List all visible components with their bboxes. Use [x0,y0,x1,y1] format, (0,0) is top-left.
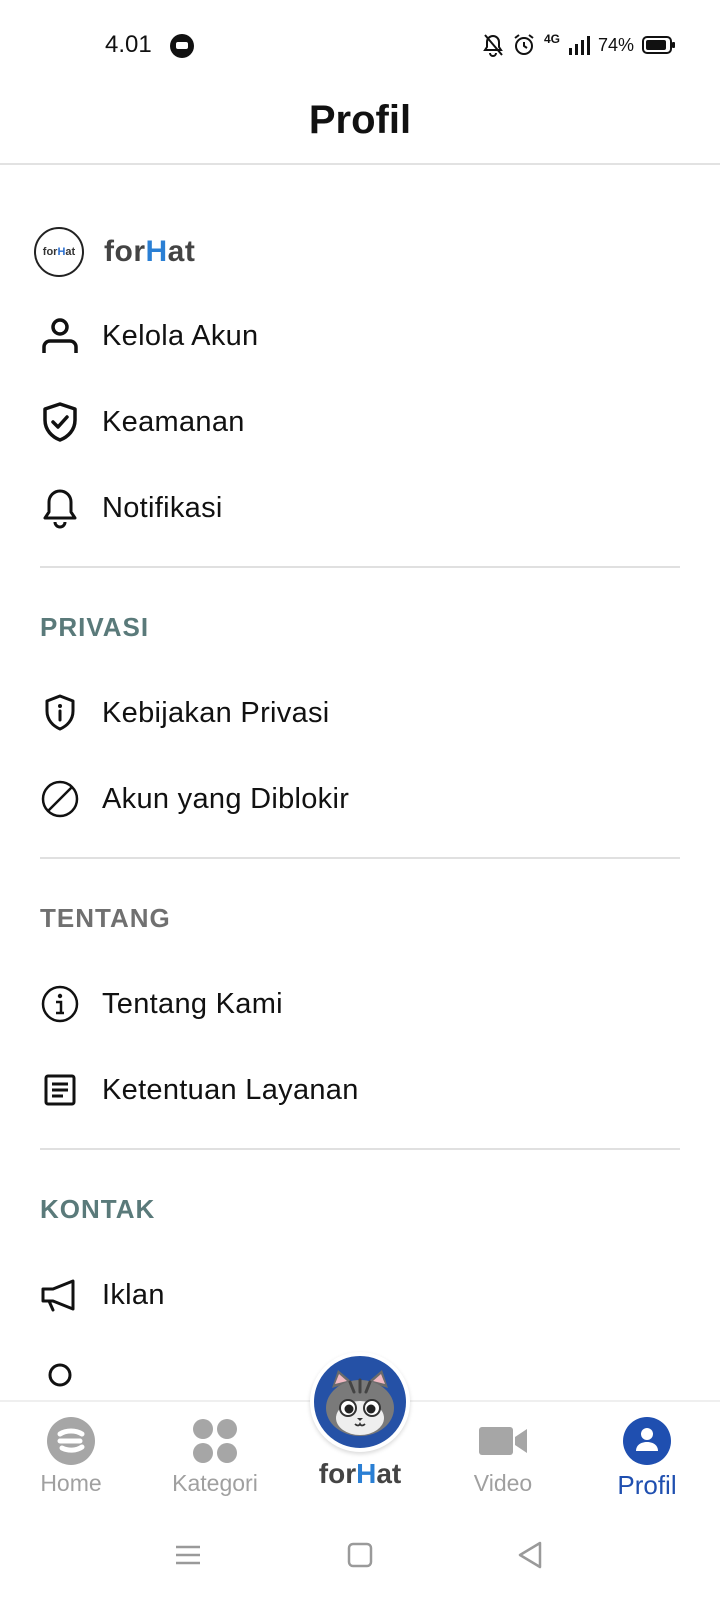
user-icon [38,1359,82,1400]
info-icon [38,982,82,1026]
menu-item-label: Tentang Kami [102,987,283,1020]
menu-item-ketentuan-layanan[interactable]: Ketentuan Layanan [38,1060,359,1120]
nav-label: Kategori [172,1470,258,1496]
status-bar: 4.01 4G 74% [0,0,720,90]
app-notification-icon [170,34,194,58]
home-button[interactable] [335,1530,385,1580]
menu-item-partial[interactable] [38,1351,82,1400]
profile-menu[interactable]: for Hat forHat Kelola Akun Keamanan Noti… [0,165,720,1400]
section-title-tentang: TENTANG [40,903,171,933]
menu-item-label: Kebijakan Privasi [102,696,330,729]
app-header: Profil [0,90,720,165]
brand-logo-h: H [57,246,66,258]
bell-icon [38,486,82,530]
menu-item-label: Akun yang Diblokir [102,782,350,815]
alarm-icon [514,34,534,55]
nav-label: Video [473,1470,533,1496]
recent-apps-button[interactable] [163,1530,213,1580]
nav-label: Profil [617,1470,677,1500]
bottom-navigation: Home Kategori forHat Video Profil [0,1352,720,1512]
nav-forhat[interactable]: forHat [290,1352,430,1512]
battery-percentage: 74% [597,34,634,55]
nav-forhat-suffix: at [376,1458,402,1489]
back-triangle-icon [518,1541,542,1569]
brand-logo-prefix: for [42,246,58,258]
shield-info-icon [38,691,82,735]
nav-video[interactable]: Video [438,1402,568,1512]
menu-item-iklan[interactable]: Iklan [38,1265,165,1325]
menu-item-notifikasi[interactable]: Notifikasi [38,478,223,538]
menu-item-keamanan[interactable]: Keamanan [38,392,245,452]
brand-name-suffix: at [167,235,196,268]
menu-item-label: Keamanan [102,405,245,438]
divider [40,1148,680,1150]
brand-name-h: H [145,235,168,268]
menu-icon [176,1545,200,1565]
section-title-kontak: KONTAK [40,1194,156,1224]
back-button[interactable] [505,1530,555,1580]
nav-forhat-prefix: for [318,1458,357,1489]
brand-logo: for Hat [34,227,84,277]
nav-home[interactable]: Home [6,1402,136,1512]
menu-item-label: Notifikasi [102,491,223,524]
menu-item-kebijakan-privasi[interactable]: Kebijakan Privasi [38,683,330,743]
user-icon [38,314,82,358]
brand-logo-suffix: at [65,246,76,258]
shield-check-icon [38,400,82,444]
megaphone-icon [38,1273,82,1317]
nav-forhat-label: forHat [319,1458,401,1490]
muted-bell-icon [483,34,503,57]
section-title-privasi: PRIVASI [40,612,150,642]
profile-icon [620,1416,674,1466]
nav-label: Home [40,1470,102,1496]
brand-name-prefix: for [104,235,146,268]
system-navigation-bar [0,1510,720,1600]
square-icon [347,1542,373,1568]
block-icon [38,777,82,821]
menu-item-akun-diblokir[interactable]: Akun yang Diblokir [38,769,349,829]
document-icon [38,1068,82,1112]
battery-icon [642,36,675,54]
status-icons: 4G 74% [482,30,676,60]
network-type: 4G [543,32,560,46]
brand-row: for Hat forHat [34,227,195,277]
divider [40,566,680,568]
signal-icon [568,36,590,55]
grid-dots-icon [188,1416,242,1466]
menu-item-kelola-akun[interactable]: Kelola Akun [38,306,258,366]
nav-profil[interactable]: Profil [582,1402,712,1512]
cat-mascot-icon [310,1352,410,1452]
menu-item-label: Ketentuan Layanan [102,1073,359,1106]
menu-item-tentang-kami[interactable]: Tentang Kami [38,974,283,1034]
brand-name: forHat [104,235,195,269]
nav-kategori[interactable]: Kategori [150,1402,280,1512]
menu-item-label: Iklan [102,1278,165,1311]
status-time: 4.01 [105,31,152,58]
divider [40,857,680,859]
nav-forhat-h: H [356,1458,377,1489]
home-logo-icon [44,1416,98,1466]
menu-item-label: Kelola Akun [102,319,259,352]
video-camera-icon [476,1416,530,1466]
page-title: Profil [308,98,412,142]
